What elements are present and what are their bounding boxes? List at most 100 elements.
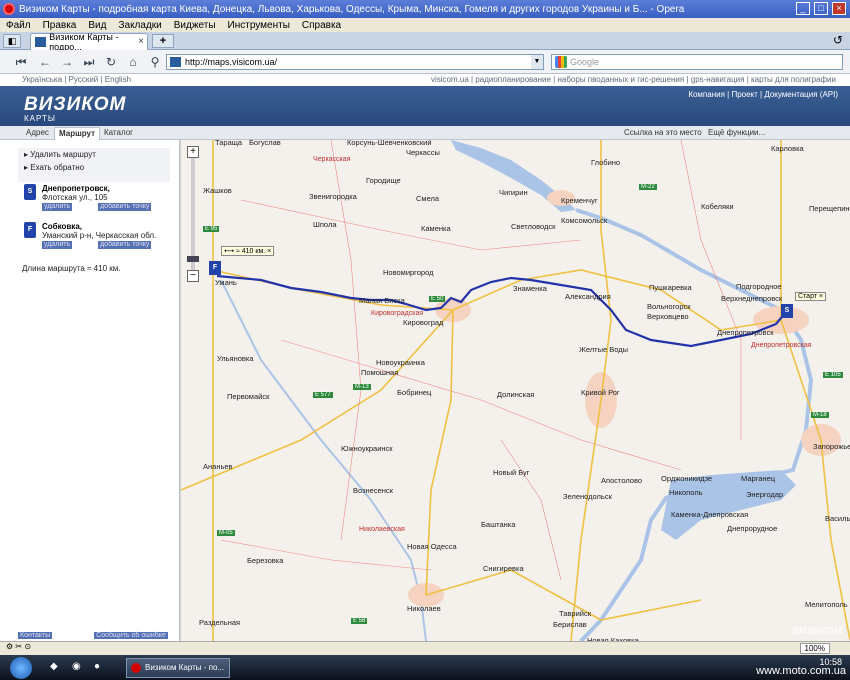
- city-label[interactable]: Смела: [416, 194, 439, 203]
- panel-toggle-button[interactable]: ◧: [3, 34, 21, 48]
- city-label[interactable]: Бобринец: [397, 388, 431, 397]
- city-label[interactable]: Марганец: [741, 474, 775, 483]
- menu-tools[interactable]: Инструменты: [222, 20, 296, 31]
- zoom-level[interactable]: 100%: [799, 643, 830, 654]
- city-label[interactable]: Каменка: [421, 224, 451, 233]
- finish-add-point-button[interactable]: добавить точку: [98, 241, 152, 249]
- status-icons[interactable]: ⚙ ✂ ⊙: [6, 642, 31, 651]
- city-label[interactable]: Каменка-Днепровская: [671, 510, 748, 519]
- reverse-route-link[interactable]: ▸ Ехать обратно: [18, 161, 170, 174]
- city-label[interactable]: Подгородное: [736, 282, 782, 291]
- finish-map-marker-icon[interactable]: F: [209, 261, 221, 275]
- city-label[interactable]: Богуслав: [249, 140, 281, 147]
- city-label[interactable]: Николаев: [407, 604, 441, 613]
- city-label[interactable]: Первомайск: [227, 392, 269, 401]
- menu-help[interactable]: Справка: [296, 20, 347, 31]
- link-to-place-button[interactable]: Ссылка на это место: [620, 127, 706, 140]
- menu-widgets[interactable]: Виджеты: [168, 20, 222, 31]
- zoom-control[interactable]: + −: [187, 146, 199, 282]
- top-right-links[interactable]: visicom.ua | радиопланирование | наборы …: [431, 75, 836, 84]
- trash-icon[interactable]: ↺: [830, 33, 846, 49]
- close-tab-icon[interactable]: ×: [138, 36, 144, 47]
- city-label[interactable]: Южноукраинск: [341, 444, 393, 453]
- city-label[interactable]: Новая Одесса: [407, 542, 457, 551]
- fast-forward-button[interactable]: ⏭: [80, 53, 98, 71]
- menu-file[interactable]: Файл: [0, 20, 37, 31]
- menu-bookmarks[interactable]: Закладки: [112, 20, 167, 31]
- rewind-button[interactable]: ⏮: [12, 53, 30, 71]
- city-label[interactable]: Новый Буг: [493, 468, 529, 477]
- city-label[interactable]: Мелитополь: [805, 600, 848, 609]
- zoom-slider-handle[interactable]: [187, 256, 199, 262]
- city-label[interactable]: Берислав: [553, 620, 587, 629]
- address-dropdown-icon[interactable]: ▼: [531, 55, 543, 69]
- language-links[interactable]: Українська | Русский | English: [22, 75, 131, 84]
- finish-delete-button[interactable]: удалить: [42, 241, 73, 249]
- tab-catalog[interactable]: Каталог: [100, 127, 137, 140]
- map-view[interactable]: ⟷ ≈ 410 км. × Старт × F S Черкассы Глобин…: [181, 140, 850, 641]
- city-label[interactable]: Помошная: [361, 368, 398, 377]
- browser-tab[interactable]: Визиком Карты - подро... ×: [30, 32, 148, 52]
- city-label[interactable]: Умань: [215, 278, 237, 287]
- back-button[interactable]: ←: [36, 53, 54, 71]
- city-label[interactable]: Таврийск: [559, 609, 591, 618]
- zoom-out-button[interactable]: −: [187, 270, 199, 282]
- city-label[interactable]: Жашков: [203, 186, 232, 195]
- quicklaunch-icon-2[interactable]: ◉: [72, 661, 84, 673]
- report-error-link[interactable]: Сообщить об ошибке: [94, 632, 168, 639]
- city-label[interactable]: Раздельная: [199, 618, 240, 627]
- city-label[interactable]: Кобеляки: [701, 202, 734, 211]
- city-label[interactable]: Апостолово: [601, 476, 642, 485]
- start-map-marker-icon[interactable]: S: [781, 304, 793, 318]
- city-label[interactable]: Светловодск: [511, 222, 555, 231]
- menu-edit[interactable]: Правка: [37, 20, 83, 31]
- header-links[interactable]: Компания | Проект | Документация (API): [688, 90, 838, 99]
- city-label[interactable]: Городище: [366, 176, 401, 185]
- tab-address[interactable]: Адрес: [22, 127, 53, 140]
- city-label[interactable]: Кировоград: [403, 318, 443, 327]
- city-label[interactable]: Днепрорудное: [727, 524, 777, 533]
- city-label[interactable]: Корсунь-Шевченковский: [347, 140, 432, 147]
- city-label[interactable]: Комсомольск: [561, 216, 607, 225]
- city-label[interactable]: Пушкаревка: [649, 283, 692, 292]
- delete-route-link[interactable]: ▸ Удалить маршрут: [18, 148, 170, 161]
- city-label[interactable]: Черкассы: [406, 148, 440, 157]
- city-label[interactable]: Чигирин: [499, 188, 528, 197]
- city-label[interactable]: Снигиревка: [483, 564, 524, 573]
- maximize-button[interactable]: □: [814, 2, 828, 15]
- menu-view[interactable]: Вид: [82, 20, 112, 31]
- city-label[interactable]: Запорожье: [813, 442, 850, 451]
- visicom-logo[interactable]: ВИЗИКОМ: [24, 94, 126, 116]
- city-label[interactable]: Малая Виска: [359, 296, 405, 305]
- city-label[interactable]: Днепропетровск: [717, 328, 774, 337]
- city-label[interactable]: Березовка: [247, 556, 283, 565]
- city-label[interactable]: Новоукраинка: [376, 358, 425, 367]
- city-label[interactable]: Никополь: [669, 488, 703, 497]
- city-label[interactable]: Кривой Рог: [581, 388, 620, 397]
- tab-route[interactable]: Маршрут: [54, 127, 101, 140]
- city-label[interactable]: Баштанка: [481, 520, 515, 529]
- city-label[interactable]: Ульяновка: [217, 354, 254, 363]
- forward-button[interactable]: →: [58, 53, 76, 71]
- city-label[interactable]: Верховцево: [647, 312, 689, 321]
- city-label[interactable]: Шпола: [313, 220, 337, 229]
- city-label[interactable]: Васильевка: [825, 514, 850, 523]
- city-label[interactable]: Тараща: [215, 140, 242, 147]
- city-label[interactable]: Глобино: [591, 158, 620, 167]
- more-functions-button[interactable]: Ещё функции...: [704, 127, 769, 140]
- city-label[interactable]: Вольногорск: [647, 302, 691, 311]
- city-label[interactable]: Перещепино: [809, 204, 850, 213]
- new-tab-button[interactable]: +: [152, 34, 174, 48]
- city-label[interactable]: Долинская: [497, 390, 534, 399]
- search-input[interactable]: Google: [551, 54, 843, 70]
- start-add-point-button[interactable]: добавить точку: [98, 203, 152, 211]
- address-field[interactable]: http://maps.visicom.ua/ ▼: [166, 54, 544, 70]
- taskbar-opera-task[interactable]: Визиком Карты - по...: [126, 658, 230, 678]
- zoom-track[interactable]: [187, 158, 199, 270]
- city-label[interactable]: Новомиргород: [383, 268, 433, 277]
- city-label[interactable]: Желтые Воды: [579, 345, 628, 354]
- city-label[interactable]: Энергодар: [746, 490, 783, 499]
- close-window-button[interactable]: ×: [832, 2, 846, 15]
- reload-button[interactable]: ↻: [102, 53, 120, 71]
- city-label[interactable]: Вознесенск: [353, 486, 393, 495]
